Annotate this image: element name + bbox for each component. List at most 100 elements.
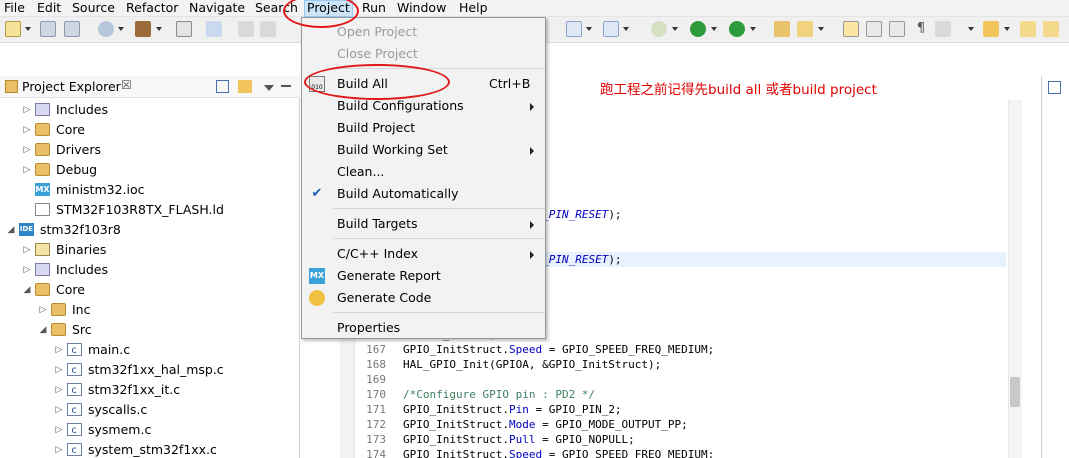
- tree-item[interactable]: ▷ stm32f1xx_hal_msp.c: [54, 360, 300, 381]
- menu-item-build-automatically[interactable]: ✔ Build Automatically: [303, 183, 546, 205]
- hammer-build-icon[interactable]: [135, 21, 151, 37]
- menu-item-build-targets[interactable]: Build Targets: [303, 213, 546, 235]
- debug-dropdown-icon[interactable]: [672, 27, 678, 31]
- tree-item[interactable]: ▷ system_stm32f1xx.c: [54, 440, 300, 458]
- collapsed-twisty-icon[interactable]: ▷: [54, 400, 64, 420]
- new-icon[interactable]: [5, 21, 21, 37]
- editor-scrollbar-thumb[interactable]: [1010, 377, 1020, 407]
- menu-item-label: Properties: [337, 320, 401, 335]
- external-tools-dropdown-icon[interactable]: [750, 27, 756, 31]
- collapse-all-icon[interactable]: [216, 80, 229, 93]
- project-explorer-title[interactable]: Project Explorer: [22, 79, 121, 94]
- expanded-twisty-icon[interactable]: ◢: [6, 220, 16, 240]
- next-annotation-dropdown-icon[interactable]: [1004, 27, 1010, 31]
- tree-item[interactable]: ▷ Includes: [22, 260, 300, 280]
- settings-icon[interactable]: [98, 21, 114, 37]
- collapsed-twisty-icon[interactable]: ▷: [54, 440, 64, 458]
- pen-dropdown-icon[interactable]: [818, 27, 824, 31]
- menu-refactor[interactable]: Refactor: [124, 0, 180, 17]
- generate-code-icon: [309, 290, 325, 306]
- menu-edit[interactable]: Edit: [35, 0, 63, 17]
- collapsed-twisty-icon[interactable]: ▷: [22, 160, 32, 180]
- menu-item-build-working-set[interactable]: Build Working Set: [303, 139, 546, 161]
- back-icon[interactable]: [1020, 21, 1036, 37]
- save-icon[interactable]: [40, 21, 56, 37]
- word-wrap-icon[interactable]: [935, 21, 951, 37]
- menu-item-clean[interactable]: Clean...: [303, 161, 546, 183]
- collapsed-twisty-icon[interactable]: ▷: [38, 300, 48, 320]
- view-menu-icon[interactable]: [264, 85, 274, 91]
- collapsed-twisty-icon[interactable]: ▷: [54, 340, 64, 360]
- forward-icon[interactable]: [1043, 21, 1059, 37]
- collapsed-twisty-icon[interactable]: ▷: [54, 360, 64, 380]
- tree-item[interactable]: MX ministm32.ioc: [22, 180, 300, 200]
- external-tools-icon[interactable]: [729, 21, 745, 37]
- build-all-toolbar-icon[interactable]: [176, 21, 192, 37]
- expanded-twisty-icon[interactable]: ◢: [38, 320, 48, 340]
- tree-item[interactable]: ▷ Debug: [22, 160, 300, 180]
- menu-help[interactable]: Help: [457, 0, 490, 17]
- save-all-icon[interactable]: [64, 21, 80, 37]
- collapsed-twisty-icon[interactable]: ▷: [54, 380, 64, 400]
- show-whitespace-icon[interactable]: ¶: [913, 21, 929, 37]
- collapsed-twisty-icon[interactable]: ▷: [22, 140, 32, 160]
- collapsed-twisty-icon[interactable]: ▷: [22, 120, 32, 140]
- next-annotation-icon[interactable]: [983, 21, 999, 37]
- menu-item-generate-report[interactable]: MX Generate Report: [303, 265, 546, 287]
- tree-item[interactable]: ▷ Core: [22, 120, 300, 140]
- tree-item[interactable]: ▷ syscalls.c: [54, 400, 300, 421]
- resume-icon[interactable]: [238, 21, 254, 37]
- pen-icon[interactable]: [797, 21, 813, 37]
- tree-item[interactable]: ▷ main.c: [54, 340, 300, 361]
- debug-tool-icon[interactable]: [206, 21, 222, 37]
- block-select-icon[interactable]: [889, 21, 905, 37]
- menu-run[interactable]: Run: [360, 0, 388, 17]
- tree-item[interactable]: ▷ stm32f1xx_it.c: [54, 380, 300, 401]
- menu-item-generate-code[interactable]: Generate Code: [303, 287, 546, 309]
- collapsed-twisty-icon[interactable]: ▷: [22, 100, 32, 120]
- menu-item-build-configurations[interactable]: Build Configurations: [303, 95, 546, 117]
- collapsed-twisty-icon[interactable]: ▷: [22, 260, 32, 280]
- open-type-icon[interactable]: [774, 21, 790, 37]
- tree-item[interactable]: ▷ Drivers: [22, 140, 300, 160]
- new-c-file-dropdown-icon[interactable]: [586, 27, 592, 31]
- menu-source[interactable]: Source: [70, 0, 117, 17]
- tree-item[interactable]: STM32F103R8TX_FLASH.ld: [22, 200, 300, 220]
- linker-file-icon: [35, 203, 50, 216]
- build-dropdown-icon[interactable]: [156, 27, 162, 31]
- settings-dropdown-icon[interactable]: [118, 27, 124, 31]
- new-dropdown-icon[interactable]: [25, 27, 31, 31]
- debug-bug-icon[interactable]: [651, 21, 667, 37]
- menu-item-properties[interactable]: Properties: [303, 317, 546, 339]
- suspend-icon[interactable]: [260, 21, 276, 37]
- minimize-icon[interactable]: [281, 85, 291, 87]
- toggle-mark-icon[interactable]: [866, 21, 882, 37]
- tree-item[interactable]: ▷ sysmem.c: [54, 420, 300, 441]
- outline-icon[interactable]: [1048, 81, 1061, 94]
- menu-item-build-project[interactable]: Build Project: [303, 117, 546, 139]
- close-tab-icon[interactable]: ☒: [121, 78, 132, 92]
- menu-navigate[interactable]: Navigate: [187, 0, 247, 17]
- run-dropdown-icon[interactable]: [711, 27, 717, 31]
- tree-item[interactable]: ◢ Src: [38, 320, 300, 340]
- highlight-pen-icon[interactable]: [843, 21, 859, 37]
- submenu-arrow-icon: [530, 251, 534, 259]
- collapsed-twisty-icon[interactable]: ▷: [22, 240, 32, 260]
- tree-item[interactable]: ◢ IDE stm32f103r8: [6, 220, 300, 240]
- link-editor-icon[interactable]: [238, 80, 252, 93]
- new-class-dropdown-icon[interactable]: [623, 27, 629, 31]
- new-class-icon[interactable]: [603, 21, 619, 37]
- tree-item[interactable]: ▷ Includes: [22, 100, 300, 120]
- tree-item[interactable]: ◢ Core: [22, 280, 300, 300]
- tree-item[interactable]: ▷ Inc: [38, 300, 300, 320]
- menu-item-c-c-index[interactable]: C/C++ Index: [303, 243, 546, 265]
- expanded-twisty-icon[interactable]: ◢: [22, 280, 32, 300]
- run-icon[interactable]: [690, 21, 706, 37]
- menu-window[interactable]: Window: [395, 0, 448, 17]
- folder-icon: [51, 303, 66, 316]
- menu-file[interactable]: File: [2, 0, 27, 17]
- collapsed-twisty-icon[interactable]: ▷: [54, 420, 64, 440]
- new-c-file-icon[interactable]: [566, 21, 582, 37]
- tree-item[interactable]: ▷ Binaries: [22, 240, 300, 260]
- annotation-dropdown-icon[interactable]: [968, 27, 974, 31]
